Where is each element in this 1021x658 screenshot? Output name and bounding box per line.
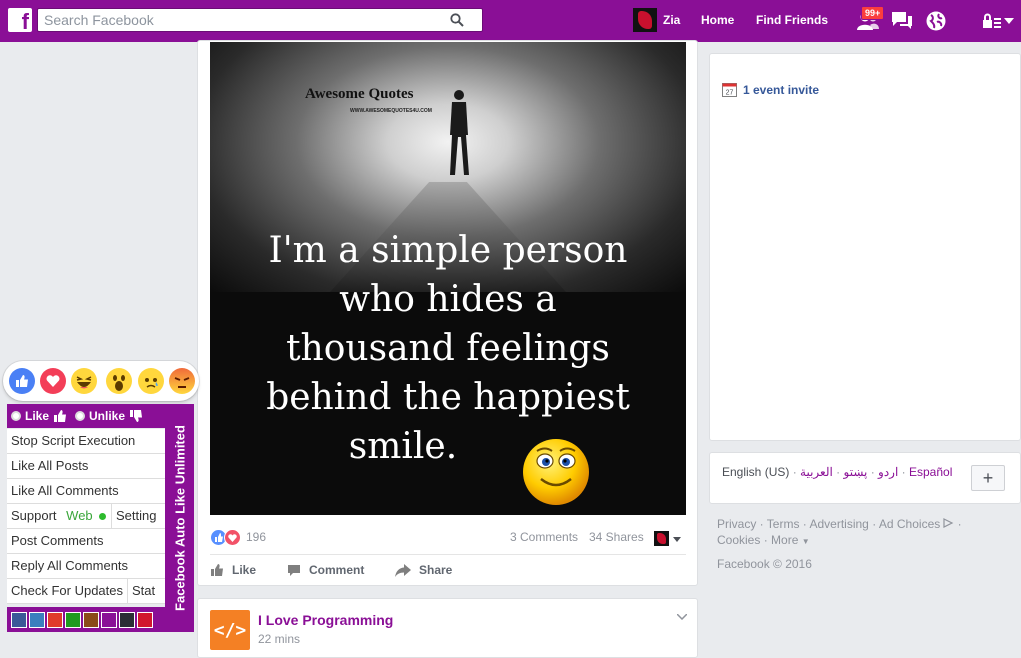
- next-post-card: [197, 598, 698, 658]
- reactions-bar: [3, 361, 199, 401]
- search-input[interactable]: [38, 9, 440, 31]
- footer-advertising-link[interactable]: Advertising: [809, 517, 868, 531]
- comment-button[interactable]: Comment: [287, 563, 364, 577]
- support-row: Support Web Setting: [7, 504, 165, 529]
- angry-reaction-icon[interactable]: [169, 368, 195, 394]
- web-link[interactable]: Web: [66, 508, 93, 523]
- love-count-icon: [224, 529, 241, 546]
- color-swatch-4[interactable]: [65, 611, 81, 628]
- like-button[interactable]: Like: [210, 563, 256, 577]
- stop-script-button[interactable]: Stop Script Execution: [7, 429, 165, 454]
- language-selector: English (US) · اردو · پښتو · العربية · E…: [722, 465, 953, 479]
- user-name: Zia: [663, 13, 681, 27]
- footer-links: Privacy · Terms · Advertising · Ad Choic…: [717, 516, 997, 572]
- nav-find-friends-link[interactable]: Find Friends: [756, 13, 828, 27]
- color-swatch-7[interactable]: [119, 611, 135, 628]
- post-timestamp[interactable]: 22 mins: [258, 632, 300, 646]
- footer-more-link[interactable]: More: [771, 533, 798, 547]
- reply-all-comments-button[interactable]: Reply All Comments: [7, 554, 165, 579]
- menu-caret-icon[interactable]: [1001, 9, 1017, 33]
- check-updates-button[interactable]: Check For Updates: [11, 583, 123, 598]
- love-reaction-icon[interactable]: [40, 368, 66, 394]
- footer-copyright: Facebook © 2016: [717, 557, 812, 571]
- online-status-dot: [99, 513, 107, 520]
- events-panel: [709, 53, 1021, 441]
- share-icon: [395, 563, 411, 577]
- like-reaction-icon[interactable]: [9, 368, 35, 394]
- haha-reaction-icon[interactable]: [71, 368, 97, 394]
- svg-text:27: 27: [726, 90, 734, 97]
- top-navigation-bar: f Zia Home Find Friends 99+: [0, 0, 1021, 42]
- search-button[interactable]: [432, 9, 482, 31]
- image-brand-text: Awesome Quotes: [305, 86, 414, 102]
- auto-like-panel: Like Unlike Stop Script Execution Like A…: [7, 404, 194, 632]
- ad-choices-icon: [943, 518, 954, 528]
- shares-count[interactable]: 34 Shares: [589, 530, 644, 544]
- footer-cookies-link[interactable]: Cookies: [717, 533, 760, 547]
- like-radio[interactable]: [11, 411, 21, 421]
- language-current: English (US): [722, 465, 790, 479]
- sad-reaction-icon[interactable]: [138, 368, 164, 394]
- like-all-posts-button[interactable]: Like All Posts: [7, 454, 165, 479]
- comments-count[interactable]: 3 Comments: [510, 530, 578, 544]
- post-comments-button[interactable]: Post Comments: [7, 529, 165, 554]
- comment-icon: [288, 564, 300, 576]
- friend-requests-badge: 99+: [861, 6, 885, 20]
- image-brand-url: WWW.AWESOMEQUOTES4U.COM: [350, 108, 432, 114]
- unlike-radio[interactable]: [75, 411, 86, 421]
- stat-button[interactable]: Stat: [132, 579, 155, 603]
- profile-link[interactable]: Zia: [633, 8, 680, 32]
- footer-privacy-link[interactable]: Privacy: [717, 517, 756, 531]
- calendar-icon: 27: [722, 83, 737, 97]
- footer-terms-link[interactable]: Terms: [767, 517, 800, 531]
- reaction-count[interactable]: 196: [246, 530, 266, 544]
- color-swatch-2[interactable]: [29, 611, 45, 628]
- language-urdu[interactable]: اردو: [878, 465, 898, 479]
- color-swatch-6[interactable]: [101, 611, 117, 628]
- wow-reaction-icon[interactable]: [106, 368, 132, 394]
- commenter-avatar[interactable]: [654, 531, 669, 546]
- avatar: [633, 8, 657, 32]
- theme-color-swatches: [7, 607, 165, 632]
- updates-row: Check For Updates Stat: [7, 579, 165, 604]
- search-box: [37, 8, 483, 32]
- nav-home-link[interactable]: Home: [701, 13, 734, 27]
- event-invite-link[interactable]: 1 event invite: [743, 83, 819, 97]
- like-all-comments-button[interactable]: Like All Comments: [7, 479, 165, 504]
- post-image[interactable]: Awesome Quotes WWW.AWESOMEQUOTES4U.COM I…: [210, 42, 686, 515]
- globe-icon[interactable]: [924, 9, 948, 33]
- color-swatch-3[interactable]: [47, 611, 63, 628]
- smiley-emoji-icon: [523, 439, 589, 505]
- thumbs-down-icon: [130, 410, 143, 422]
- footer-ad-choices-link[interactable]: Ad Choices: [879, 517, 940, 531]
- walking-person-figure: [450, 90, 469, 175]
- page-avatar[interactable]: </>: [210, 610, 250, 650]
- language-spanish[interactable]: Español: [909, 465, 952, 479]
- facebook-logo[interactable]: f: [8, 8, 32, 34]
- search-icon: [450, 13, 464, 27]
- color-swatch-1[interactable]: [11, 611, 27, 628]
- quote-text: I'm a simple person who hides a thousand…: [266, 230, 630, 467]
- language-pashto[interactable]: پښتو: [844, 465, 868, 479]
- page-name-link[interactable]: I Love Programming: [258, 612, 393, 628]
- post-stats: 196 3 Comments 34 Shares: [210, 527, 686, 547]
- messages-icon[interactable]: [890, 9, 914, 33]
- more-languages-button[interactable]: +: [971, 465, 1005, 491]
- language-arabic[interactable]: العربية: [800, 465, 833, 479]
- like-unlike-header: Like Unlike: [7, 404, 165, 428]
- thumbs-up-icon: [211, 564, 223, 576]
- setting-button[interactable]: Setting: [116, 504, 156, 528]
- post-options-chevron-icon[interactable]: [677, 614, 687, 620]
- chevron-down-icon[interactable]: [673, 537, 681, 542]
- color-swatch-8[interactable]: [137, 611, 153, 628]
- thumbs-up-icon: [54, 410, 67, 422]
- share-button[interactable]: Share: [395, 563, 452, 577]
- panel-side-title[interactable]: Facebook Auto Like Unlimited: [165, 404, 194, 632]
- color-swatch-5[interactable]: [83, 611, 99, 628]
- support-button[interactable]: Support: [11, 508, 57, 523]
